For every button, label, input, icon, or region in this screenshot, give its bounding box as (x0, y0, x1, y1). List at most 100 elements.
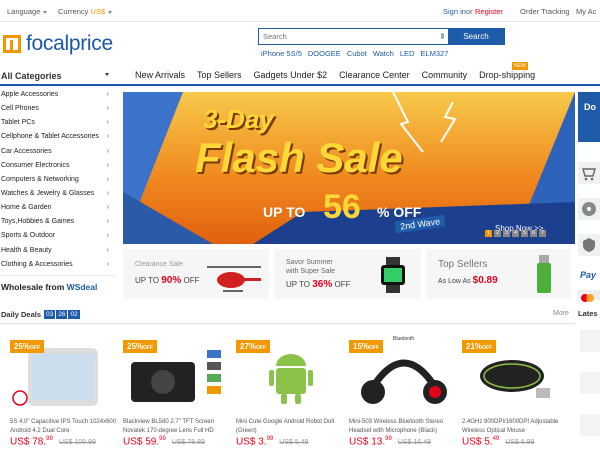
search-button[interactable]: Search (448, 29, 504, 44)
discount-badge: 27%OFF (236, 340, 271, 353)
banner-dot[interactable]: 2 (494, 230, 501, 237)
top-sellers-promo[interactable]: Top Sellers As Low As $0.89 (426, 249, 571, 299)
or-text: or (466, 7, 473, 16)
helicopter-image (207, 266, 261, 292)
nav-drop-shipping[interactable]: Drop-shipping (479, 70, 535, 80)
my-account-link[interactable]: My Ac (576, 7, 596, 16)
mouse-image (480, 360, 550, 398)
nav-community[interactable]: Community (422, 70, 468, 80)
usb-reader-image (537, 255, 551, 293)
nav-top-sellers[interactable]: Top Sellers (197, 70, 242, 80)
nav-new-arrivals[interactable]: New Arrivals (135, 70, 185, 80)
product-card[interactable]: 15%OFF Bluetooth Mini-503 Wireless Bluet… (349, 336, 459, 450)
product-name[interactable]: 5S 4.0" Capacitive IPS Touch 1024x600 An… (10, 418, 120, 435)
product-price: US$ 3.99US$ 5.49 (236, 436, 309, 448)
wsdeal-brand: WSdeal (66, 282, 98, 292)
all-categories-button[interactable]: All Categories (0, 64, 117, 86)
main-nav: All Categories New Arrivals Top Sellers … (0, 64, 600, 86)
product-card[interactable]: 25%OFF Blackview BL580 2.7" TFT Screen N… (123, 340, 233, 450)
banner-dot[interactable]: 6 (530, 230, 537, 237)
wholesale-prefix: Wholesale from (1, 282, 65, 292)
category-item[interactable]: Cellphone & Tablet Accessories › (0, 130, 117, 144)
product-card[interactable]: 25%OFF 5S 4.0" Capacitive IPS Touch 1024… (10, 340, 120, 450)
timer-seconds: 02 (68, 310, 80, 319)
payment-label: Pay (578, 270, 600, 288)
product-card[interactable]: 27%OFF Mini Cute Google Android Robot Do… (236, 340, 346, 450)
category-item[interactable]: Car Accessories › (0, 145, 117, 159)
banner-dot[interactable]: 5 (521, 230, 528, 237)
banner-percent: 56 (323, 188, 361, 226)
top-sellers-price: As Low As $0.89 (438, 275, 498, 286)
search-input[interactable] (259, 29, 438, 44)
mastercard-icon (578, 290, 600, 302)
product-name[interactable]: 2.4GHz 800DPI/1600DPI Adjustable Wireles… (462, 418, 572, 435)
chevron-right-icon: › (106, 133, 109, 141)
register-link[interactable]: Register (475, 7, 503, 16)
category-item[interactable]: Consumer Electronics › (0, 159, 117, 173)
category-item[interactable]: Tablet PCs › (0, 116, 117, 130)
chevron-right-icon: › (106, 175, 109, 183)
chevron-right-icon: › (106, 260, 109, 268)
product-card[interactable]: 21%OFF 2.4GHz 800DPI/1600DPI Adjustable … (462, 340, 572, 450)
top-bar: Language Currency US$ Sign in or Registe… (0, 0, 600, 22)
category-item[interactable]: Toys,Hobbies & Games › (0, 215, 117, 229)
cart-icon[interactable] (578, 162, 600, 184)
chevron-right-icon: › (106, 232, 109, 240)
product-price: US$ 59.99US$ 79.89 (123, 436, 205, 448)
clearance-promo[interactable]: Clearance Sale UP TO 90% OFF (123, 249, 269, 299)
category-item[interactable]: Health & Beauty › (0, 244, 117, 258)
banner-dot[interactable]: 1 (485, 230, 492, 237)
top-sellers-title: Top Sellers (438, 259, 488, 270)
chevron-right-icon: › (106, 218, 109, 226)
side-banner[interactable]: Do (578, 92, 600, 142)
hot-word[interactable]: DOOGEE (308, 49, 341, 58)
category-item[interactable]: Cell Phones › (0, 102, 117, 116)
chevron-right-icon: › (106, 189, 109, 197)
banner-dot[interactable]: 7 (539, 230, 546, 237)
wholesale-link[interactable]: Wholesale from WSdeal (0, 275, 117, 297)
microphone-icon[interactable] (438, 29, 448, 44)
shield-icon[interactable] (578, 234, 600, 256)
hot-word[interactable]: ELM327 (420, 49, 448, 58)
product-price: US$ 5.49US$ 6.99 (462, 436, 535, 448)
banner-headline-1: 3-Day (203, 104, 274, 134)
dashcam-image (131, 350, 221, 402)
currency-selector[interactable]: Currency US$ (58, 7, 113, 16)
product-name[interactable]: Blackview BL580 2.7" TFT Screen Novatek … (123, 418, 233, 435)
latest-item-thumb[interactable] (580, 330, 600, 352)
hot-word[interactable]: LED (400, 49, 415, 58)
sign-in-link[interactable]: Sign in (443, 7, 466, 16)
chevron-right-icon: › (106, 204, 109, 212)
category-item[interactable]: Watches & Jewelry & Glasses › (0, 187, 117, 201)
logo[interactable]: focalprice (3, 32, 113, 56)
nav-gadgets-under-2[interactable]: Gadgets Under $2 (254, 70, 328, 80)
more-link[interactable]: More (553, 310, 569, 317)
discount-badge: 21%OFF (462, 340, 497, 353)
latest-item-thumb[interactable] (580, 372, 600, 394)
divider (0, 323, 575, 324)
category-item[interactable]: Sports & Outdoor › (0, 229, 117, 243)
nav-clearance-center[interactable]: Clearance Center (339, 70, 410, 80)
discount-badge: 25%OFF (123, 340, 158, 353)
hot-word[interactable]: Watch (373, 49, 394, 58)
tag-icon[interactable] (578, 198, 600, 220)
banner-dot[interactable]: 3 (503, 230, 510, 237)
category-item[interactable]: Clothing & Accessories › (0, 258, 117, 272)
category-item[interactable]: Apple Accessories › (0, 88, 117, 102)
category-item[interactable]: Computers & Networking › (0, 173, 117, 187)
latest-title: Lates (578, 309, 598, 318)
smartwatch-image (381, 257, 405, 293)
clearance-title: Clearance Sale (135, 261, 183, 268)
order-tracking-link[interactable]: Order Tracking (520, 7, 570, 16)
summer-promo[interactable]: Savor Summer with Super Sale UP TO 36% O… (274, 249, 421, 299)
product-name[interactable]: Mini-503 Wireless Bluetooth Stereo Heads… (349, 418, 459, 435)
banner-dot[interactable]: 4 (512, 230, 519, 237)
hot-word[interactable]: Cubot (347, 49, 367, 58)
product-name[interactable]: Mini Cute Google Android Robot Doll (Gre… (236, 418, 346, 435)
language-selector[interactable]: Language (7, 7, 48, 16)
hot-word[interactable]: iPhone 5S/5 (261, 49, 302, 58)
category-item[interactable]: Home & Garden › (0, 201, 117, 215)
chevron-right-icon: › (106, 119, 109, 127)
latest-item-thumb[interactable] (580, 414, 600, 436)
hero-banner[interactable]: 3-Day Flash Sale UP TO 56 % OFF 2nd Wave… (123, 92, 575, 244)
